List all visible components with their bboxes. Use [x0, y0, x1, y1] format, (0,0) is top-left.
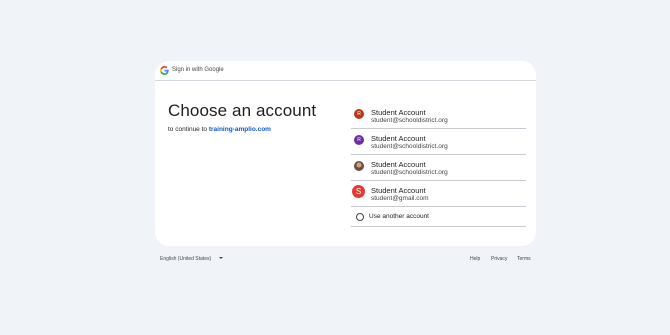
account-circle-icon: [356, 213, 364, 221]
card-header: Sign in with Google: [155, 61, 536, 81]
google-logo-icon: [160, 66, 169, 75]
avatar-photo: [354, 161, 364, 171]
account-name: Student Account: [371, 160, 426, 169]
account-item[interactable]: R Student Account student@schooldistrict…: [351, 129, 526, 155]
account-name: Student Account: [371, 134, 426, 143]
page-title: Choose an account: [168, 101, 317, 120]
avatar: R: [354, 109, 364, 119]
header-text: Sign in with Google: [172, 67, 224, 73]
app-link[interactable]: training-amplio.com: [209, 126, 271, 133]
avatar-initial: R: [357, 111, 361, 117]
help-link[interactable]: Help: [470, 256, 480, 262]
account-email: student@schooldistrict.org: [371, 117, 448, 124]
account-item[interactable]: R Student Account student@schooldistrict…: [351, 103, 526, 129]
avatar-initial: S: [355, 187, 362, 196]
account-email: student@schooldistrict.org: [371, 169, 448, 176]
language-selector[interactable]: English (United States): [160, 256, 211, 262]
chevron-down-icon[interactable]: [219, 257, 223, 259]
subtitle: to continue to training-amplio.com: [168, 126, 271, 134]
terms-link[interactable]: Terms: [517, 256, 531, 262]
avatar: R: [354, 135, 364, 145]
sign-in-card: Sign in with Google Choose an account to…: [155, 61, 536, 246]
account-email: student@gmail.com: [371, 195, 429, 202]
account-name: Student Account: [371, 108, 426, 117]
avatar: S: [352, 185, 365, 198]
use-another-account-button[interactable]: Use another account: [351, 207, 526, 227]
avatar-initial: R: [357, 137, 361, 143]
subtitle-prefix: to continue to: [168, 126, 209, 133]
account-name: Student Account: [371, 186, 426, 195]
account-item[interactable]: Student Account student@schooldistrict.o…: [351, 155, 526, 181]
account-item[interactable]: S Student Account student@gmail.com: [351, 181, 526, 207]
account-list: R Student Account student@schooldistrict…: [351, 103, 526, 227]
footer: English (United States) Help Privacy Ter…: [160, 255, 532, 265]
privacy-link[interactable]: Privacy: [491, 256, 507, 262]
use-another-account-label: Use another account: [369, 213, 429, 220]
account-email: student@schooldistrict.org: [371, 143, 448, 150]
